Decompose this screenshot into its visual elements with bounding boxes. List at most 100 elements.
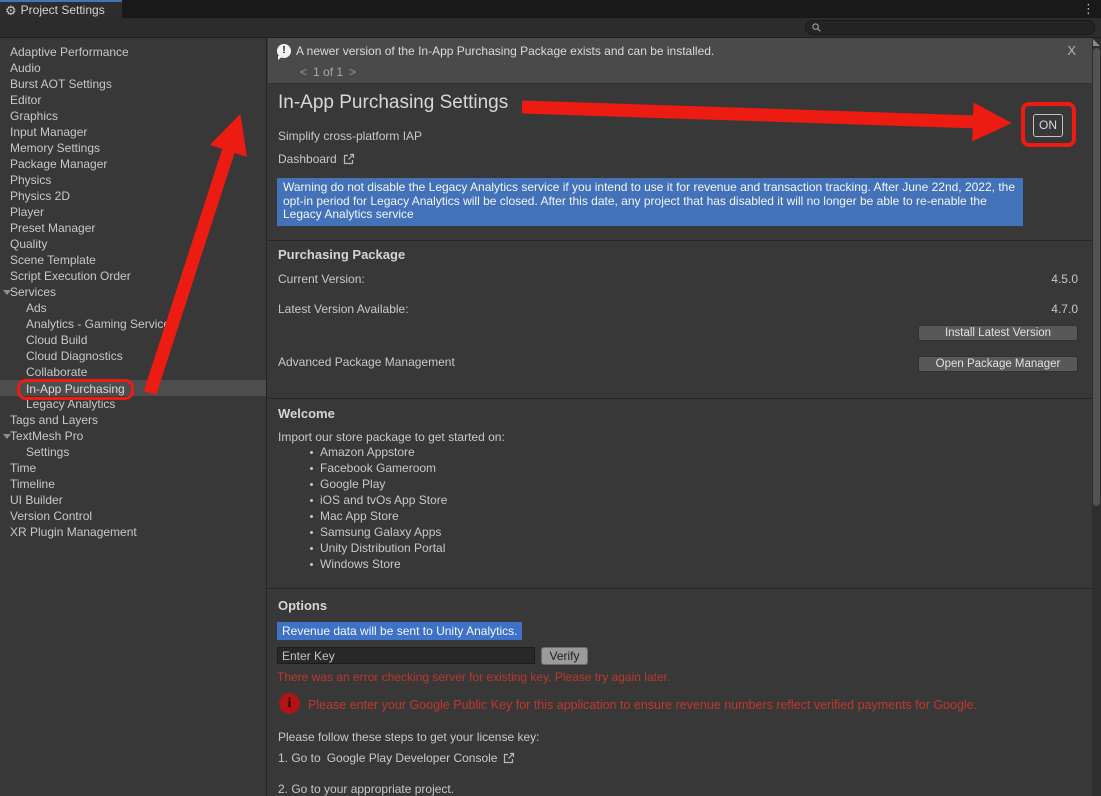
step-1: 1. Go to Google Play Developer Console	[278, 751, 515, 765]
kebab-menu-icon[interactable]: ⋮	[1082, 1, 1095, 17]
page-title: In-App Purchasing Settings	[278, 92, 508, 114]
sidebar-item-label-annotated: In-App Purchasing	[17, 379, 134, 400]
iap-toggle-on-button[interactable]: ON	[1033, 114, 1063, 137]
sidebar-item-input-manager[interactable]: Input Manager	[0, 124, 266, 140]
sidebar-item-label: Physics	[10, 172, 51, 188]
vertical-scrollbar	[1092, 38, 1101, 796]
section-heading-welcome: Welcome	[278, 406, 335, 421]
store-list-item: Facebook Gameroom	[310, 460, 447, 476]
sidebar-item-script-execution-order[interactable]: Script Execution Order	[0, 268, 266, 284]
external-link-icon	[343, 153, 355, 165]
sidebar-item-package-manager[interactable]: Package Manager	[0, 156, 266, 172]
google-key-input[interactable]	[277, 647, 535, 664]
section-heading-options: Options	[278, 598, 327, 613]
sidebar-item-textmesh-pro[interactable]: TextMesh Pro	[0, 428, 266, 444]
sidebar-item-cloud-diagnostics[interactable]: Cloud Diagnostics	[0, 348, 266, 364]
current-version-label: Current Version:	[278, 272, 365, 286]
info-bubble-icon: !	[277, 44, 291, 58]
store-list-item: Amazon Appstore	[310, 444, 447, 460]
scrollbar-thumb[interactable]	[1093, 48, 1100, 506]
sidebar-item-preset-manager[interactable]: Preset Manager	[0, 220, 266, 236]
sidebar-item-physics-2d[interactable]: Physics 2D	[0, 188, 266, 204]
sidebar-item-ads[interactable]: Ads	[0, 300, 266, 316]
window-title: Project Settings	[21, 3, 105, 17]
separator	[268, 240, 1092, 241]
sidebar-item-settings[interactable]: Settings	[0, 444, 266, 460]
sidebar-item-services[interactable]: Services	[0, 284, 266, 300]
sidebar-item-graphics[interactable]: Graphics	[0, 108, 266, 124]
sidebar-item-tags-and-layers[interactable]: Tags and Layers	[0, 412, 266, 428]
sidebar-item-label: Input Manager	[10, 124, 87, 140]
sidebar-item-label: Audio	[10, 60, 41, 76]
sidebar-item-label: Script Execution Order	[10, 268, 131, 284]
sidebar-item-collaborate[interactable]: Collaborate	[0, 364, 266, 380]
store-list: Amazon AppstoreFacebook GameroomGoogle P…	[310, 444, 447, 572]
sidebar-item-label: UI Builder	[10, 492, 63, 508]
sidebar-item-adaptive-performance[interactable]: Adaptive Performance	[0, 44, 266, 60]
notification-pager: < 1 of 1 >	[300, 65, 356, 79]
step-1-prefix: 1. Go to	[278, 751, 321, 765]
pager-prev-button[interactable]: <	[300, 65, 307, 79]
sidebar-item-ui-builder[interactable]: UI Builder	[0, 492, 266, 508]
sidebar-item-label: XR Plugin Management	[10, 524, 137, 540]
sidebar-item-label: Editor	[10, 92, 41, 108]
sidebar-item-memory-settings[interactable]: Memory Settings	[0, 140, 266, 156]
verify-button[interactable]: Verify	[541, 647, 588, 665]
sidebar-item-cloud-build[interactable]: Cloud Build	[0, 332, 266, 348]
foldout-triangle-icon[interactable]	[3, 434, 11, 439]
sidebar-item-label: Version Control	[10, 508, 92, 524]
search-input[interactable]	[821, 22, 1088, 34]
latest-version-value: 4.7.0	[1051, 302, 1078, 316]
sidebar-item-version-control[interactable]: Version Control	[0, 508, 266, 524]
sidebar-item-label: Graphics	[10, 108, 58, 124]
settings-sidebar: Adaptive PerformanceAudioBurst AOT Setti…	[0, 38, 267, 796]
sidebar-item-player[interactable]: Player	[0, 204, 266, 220]
sidebar-item-scene-template[interactable]: Scene Template	[0, 252, 266, 268]
dashboard-link[interactable]: Dashboard	[278, 152, 355, 166]
sidebar-item-label: Package Manager	[10, 156, 107, 172]
latest-version-label: Latest Version Available:	[278, 302, 409, 316]
pager-next-button[interactable]: >	[349, 65, 356, 79]
open-package-manager-button[interactable]: Open Package Manager	[918, 356, 1078, 372]
sidebar-item-timeline[interactable]: Timeline	[0, 476, 266, 492]
sidebar-item-label: Burst AOT Settings	[10, 76, 112, 92]
sidebar-item-analytics-gaming-services[interactable]: Analytics - Gaming Services	[0, 316, 266, 332]
notification-bar: ! A newer version of the In-App Purchasi…	[268, 38, 1092, 84]
foldout-triangle-icon[interactable]	[3, 290, 11, 295]
search-box[interactable]	[805, 20, 1095, 35]
welcome-intro: Import our store package to get started …	[278, 430, 505, 444]
sidebar-item-burst-aot-settings[interactable]: Burst AOT Settings	[0, 76, 266, 92]
sidebar-item-xr-plugin-management[interactable]: XR Plugin Management	[0, 524, 266, 540]
separator	[268, 398, 1092, 399]
sidebar-item-label: Collaborate	[26, 364, 87, 380]
sidebar-item-label: Physics 2D	[10, 188, 70, 204]
steps-intro: Please follow these steps to get your li…	[278, 730, 539, 744]
sidebar-item-in-app-purchasing[interactable]: In-App Purchasing	[0, 380, 266, 396]
store-list-item: iOS and tvOs App Store	[310, 492, 447, 508]
store-list-item: Google Play	[310, 476, 447, 492]
search-icon	[812, 23, 821, 32]
store-list-item: Windows Store	[310, 556, 447, 572]
sidebar-item-label: Preset Manager	[10, 220, 95, 236]
google-play-console-link[interactable]: Google Play Developer Console	[327, 751, 498, 765]
sidebar-item-quality[interactable]: Quality	[0, 236, 266, 252]
sidebar-item-label: TextMesh Pro	[10, 428, 83, 444]
separator	[268, 588, 1092, 589]
pager-text: 1 of 1	[313, 65, 343, 79]
sidebar-item-audio[interactable]: Audio	[0, 60, 266, 76]
error-info-icon: i	[279, 693, 300, 714]
sidebar-item-editor[interactable]: Editor	[0, 92, 266, 108]
sidebar-item-label: Services	[10, 284, 56, 300]
step-2: 2. Go to your appropriate project.	[278, 782, 454, 796]
sidebar-item-physics[interactable]: Physics	[0, 172, 266, 188]
sidebar-item-label: Adaptive Performance	[10, 44, 129, 60]
close-icon[interactable]: X	[1067, 43, 1076, 58]
sidebar-item-label: Cloud Build	[26, 332, 87, 348]
sidebar-item-label: Cloud Diagnostics	[26, 348, 123, 364]
tab-project-settings[interactable]: ⚙ Project Settings	[0, 0, 122, 18]
gear-icon: ⚙	[5, 4, 17, 17]
section-heading-purchasing: Purchasing Package	[278, 247, 405, 262]
install-latest-version-button[interactable]: Install Latest Version	[918, 325, 1078, 341]
external-link-icon	[503, 752, 515, 764]
sidebar-item-time[interactable]: Time	[0, 460, 266, 476]
